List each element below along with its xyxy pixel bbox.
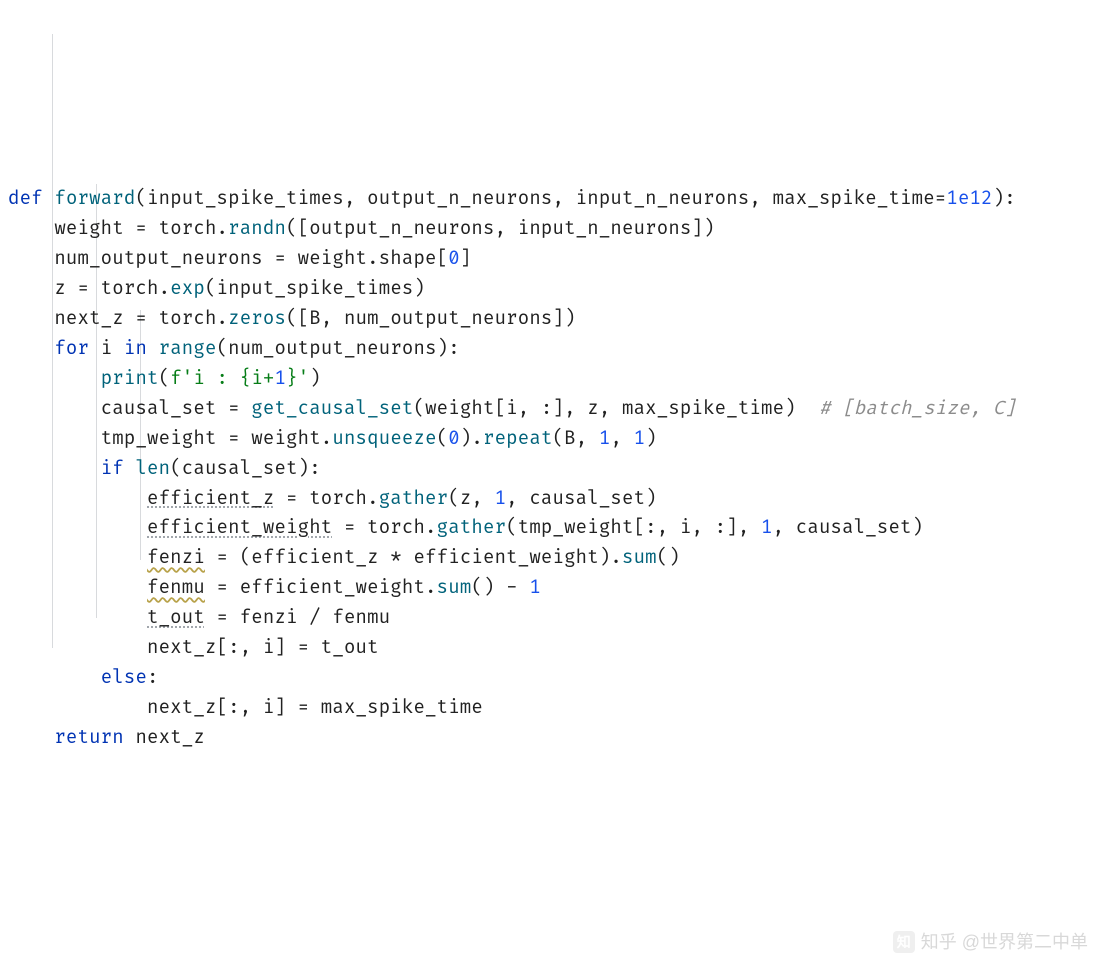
l7-tail: )	[309, 367, 321, 390]
l6b: (num_output_neurons):	[217, 337, 460, 360]
l8-comment: # [batch_size, C]	[819, 397, 1016, 420]
l11d: , causal_set)	[506, 487, 657, 510]
l14-num: 1	[529, 576, 541, 599]
l11c: (z,	[448, 487, 494, 510]
l11b: = torch.	[274, 487, 378, 510]
l6a: i	[89, 337, 124, 360]
l4b: (input_spike_times)	[205, 277, 425, 300]
l2b: ([output_n_neurons, input_n_neurons])	[286, 217, 715, 240]
l17: :	[147, 666, 159, 689]
l7-str-d: '	[298, 367, 310, 390]
l14a: fenmu	[147, 576, 205, 599]
l7-fn: print	[101, 367, 159, 390]
l3-tail: ]	[460, 247, 472, 270]
l11-fn: gather	[379, 487, 449, 510]
l12c: (tmp_weight[:, i, :],	[506, 516, 761, 539]
l7-str-a: f'i :	[170, 367, 240, 390]
kw-for: for	[54, 337, 89, 360]
l9a: tmp_weight = weight.	[101, 427, 333, 450]
watermark: 知乎 @世界第二中单	[893, 928, 1088, 957]
l12d: , causal_set)	[773, 516, 924, 539]
fn-forward: forward	[54, 187, 135, 210]
l19: next_z	[124, 726, 205, 749]
l13b: = (efficient_z * efficient_weight).	[205, 546, 622, 569]
l14c: () -	[471, 576, 529, 599]
kw-in: in	[124, 337, 147, 360]
l12b: = torch.	[332, 516, 436, 539]
l1-num: 1e12	[946, 187, 992, 210]
l12-num: 1	[761, 516, 773, 539]
l11-num: 1	[495, 487, 507, 510]
l9-n2: 1	[634, 427, 646, 450]
l7-str-c: }	[286, 367, 298, 390]
l9d: (B,	[553, 427, 599, 450]
l6-fn: range	[159, 337, 217, 360]
l9-n1: 1	[599, 427, 611, 450]
l10b: (causal_set):	[170, 457, 321, 480]
l3: num_output_neurons = weight.shape[	[54, 247, 448, 270]
l16: next_z[:, i] = t_out	[147, 636, 379, 659]
l9e: ,	[610, 427, 633, 450]
l9c: ).	[460, 427, 483, 450]
l15b: = fenzi / fenmu	[205, 606, 390, 629]
l9-fn2: repeat	[483, 427, 553, 450]
l15a: t_out	[147, 606, 205, 629]
l9-n0: 0	[448, 427, 460, 450]
l4-fn: exp	[170, 277, 205, 300]
zhihu-logo-icon	[893, 931, 915, 953]
l8a: causal_set =	[101, 397, 252, 420]
l3-num: 0	[448, 247, 460, 270]
kw-def: def	[8, 187, 43, 210]
l8-fn: get_causal_set	[251, 397, 413, 420]
l11a: efficient_z	[147, 487, 274, 510]
l5-fn: zeros	[228, 307, 286, 330]
code-block: def forward(input_spike_times, output_n_…	[8, 184, 1108, 753]
l9-fn1: unsqueeze	[332, 427, 436, 450]
l10-fn: len	[135, 457, 170, 480]
l9f: )	[645, 427, 657, 450]
kw-return: return	[54, 726, 124, 749]
l13-fn: sum	[622, 546, 657, 569]
kw-else: else	[101, 666, 147, 689]
l9b: (	[437, 427, 449, 450]
l1-tail: ):	[993, 187, 1016, 210]
l2-fn: randn	[228, 217, 286, 240]
l4a: z = torch.	[54, 277, 170, 300]
l5b: ([B, num_output_neurons])	[286, 307, 576, 330]
l12a: efficient_weight	[147, 516, 332, 539]
l13c: ()	[657, 546, 680, 569]
l12-fn: gather	[437, 516, 507, 539]
l8b: (weight[i, :], z, max_spike_time)	[413, 397, 818, 420]
l18: next_z[:, i] = max_spike_time	[147, 696, 483, 719]
l10a	[124, 457, 136, 480]
l14-fn: sum	[437, 576, 472, 599]
l5a: next_z = torch.	[54, 307, 228, 330]
l1-params: (input_spike_times, output_n_neurons, in…	[135, 187, 946, 210]
l7-str-b: {i+	[240, 367, 275, 390]
kw-if: if	[101, 457, 124, 480]
watermark-text: 知乎 @世界第二中单	[921, 928, 1088, 957]
l7-num: 1	[275, 367, 287, 390]
l2a: weight = torch.	[54, 217, 228, 240]
l14b: = efficient_weight.	[205, 576, 437, 599]
l13a: fenzi	[147, 546, 205, 569]
